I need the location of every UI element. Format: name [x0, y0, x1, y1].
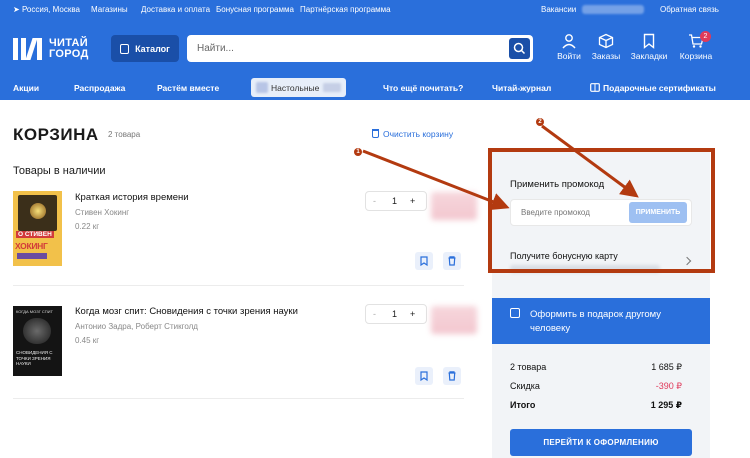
annotation-arrows [362, 124, 639, 211]
annotation-arrow-2 [541, 124, 639, 198]
annotation-marker-2: 2 [536, 118, 544, 126]
annotation-arrow-1 [362, 149, 510, 211]
annotation-marker-1: 1 [354, 148, 362, 156]
